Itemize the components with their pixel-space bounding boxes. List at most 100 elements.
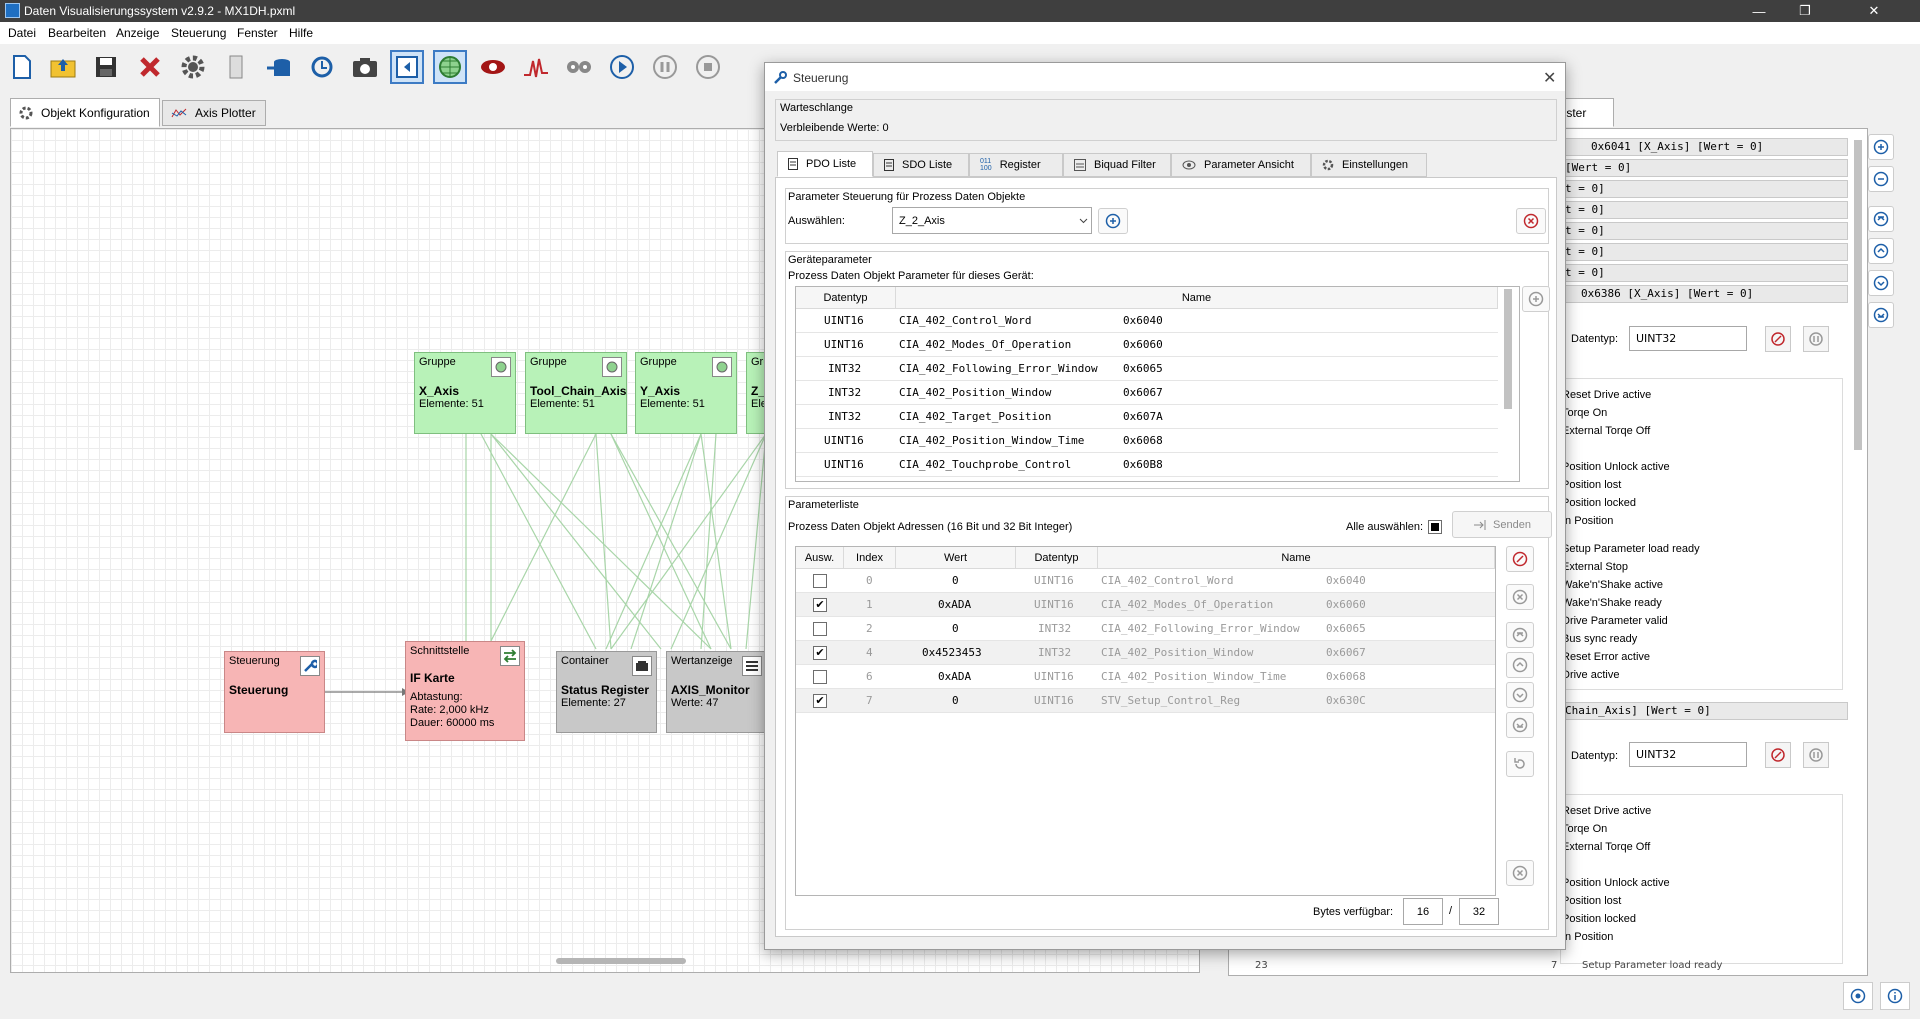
delete-icon[interactable] bbox=[133, 50, 167, 84]
move-up-icon[interactable] bbox=[1868, 238, 1894, 264]
minimize-button[interactable]: — bbox=[1736, 0, 1782, 22]
tab-biquad-filter[interactable]: Biquad Filter bbox=[1063, 153, 1171, 177]
row-checkbox[interactable]: ✔ bbox=[813, 694, 827, 708]
grid-icon[interactable] bbox=[433, 50, 467, 84]
container-node[interactable]: Container Status Register Elemente: 27 bbox=[556, 651, 657, 733]
add-icon[interactable] bbox=[1522, 286, 1550, 312]
row-checkbox[interactable] bbox=[813, 670, 827, 684]
open-folder-icon[interactable] bbox=[46, 50, 80, 84]
refresh-icon[interactable] bbox=[305, 50, 339, 84]
device-icon[interactable] bbox=[219, 50, 253, 84]
register-entry[interactable]: t = 0] bbox=[1560, 243, 1848, 261]
table-row[interactable]: INT32 CIA_402_Target_Position 0x607A bbox=[796, 405, 1498, 429]
clear-icon[interactable] bbox=[1506, 860, 1534, 886]
column-header[interactable]: Wert bbox=[896, 547, 1016, 569]
register-entry[interactable]: t = 0] bbox=[1560, 201, 1848, 219]
axis-select[interactable]: Z_2_Axis bbox=[892, 207, 1092, 234]
table-row[interactable]: ✔ 7 0 UINT16 STV_Setup_Control_Reg 0x630C bbox=[796, 689, 1495, 713]
parameter-list-table[interactable]: Ausw. Index Wert Datentyp Name 0 0 UINT16 C… bbox=[795, 546, 1496, 896]
tab-pdo-liste[interactable]: PDO Liste bbox=[777, 151, 873, 177]
move-bottom-icon[interactable] bbox=[1506, 712, 1534, 738]
reset-icon[interactable] bbox=[1506, 546, 1534, 572]
table-row[interactable]: UINT16 CIA_402_Position_Window_Time 0x6068 bbox=[796, 429, 1498, 453]
column-header[interactable]: Datentyp bbox=[1016, 547, 1098, 569]
register-entry[interactable]: 0x6041 [X_Axis] [Wert = 0] bbox=[1560, 138, 1848, 156]
table-row[interactable]: 6 0xADA UINT16 CIA_402_Position_Window_Time… bbox=[796, 665, 1495, 689]
restore-button[interactable]: ❐ bbox=[1782, 0, 1828, 22]
vertical-scrollbar[interactable] bbox=[1504, 289, 1512, 409]
menu-datei[interactable]: Datei bbox=[8, 26, 36, 40]
table-row[interactable]: UINT16 CIA_402_Control_Word 0x6040 bbox=[796, 309, 1498, 333]
tab-axis-plotter[interactable]: Axis Plotter bbox=[162, 100, 266, 126]
row-checkbox[interactable] bbox=[813, 622, 827, 636]
play-icon[interactable] bbox=[605, 50, 639, 84]
schnittstelle-node[interactable]: Schnittstelle IF Karte Abtastung: Rate: … bbox=[405, 641, 525, 741]
table-row[interactable]: ✔ 1 0xADA UINT16 CIA_402_Modes_Of_Operation 0… bbox=[796, 593, 1495, 617]
dialog-close-button[interactable]: ✕ bbox=[1543, 68, 1556, 88]
add-icon[interactable] bbox=[1098, 208, 1128, 234]
group-node[interactable]: Gruppe Tool_Chain_Axis Elemente: 51 bbox=[525, 352, 627, 434]
row-checkbox[interactable]: ✔ bbox=[813, 598, 827, 612]
table-row[interactable]: INT32 CIA_402_Following_Error_Window 0x606… bbox=[796, 357, 1498, 381]
move-down-icon[interactable] bbox=[1506, 682, 1534, 708]
pause-icon[interactable] bbox=[648, 50, 682, 84]
gear-icon[interactable] bbox=[176, 50, 210, 84]
tab-einstellungen[interactable]: Einstellungen bbox=[1311, 153, 1427, 177]
remove-icon[interactable] bbox=[1516, 208, 1546, 234]
column-header[interactable]: Index bbox=[844, 547, 896, 569]
table-row[interactable]: UINT16 CIA_402_Modes_Of_Operation 0x6060 bbox=[796, 333, 1498, 357]
column-header[interactable]: Name bbox=[896, 287, 1498, 309]
wertanzeige-node[interactable]: Wertanzeige AXIS_Monitor Werte: 47 bbox=[666, 651, 767, 733]
zoom-in-icon[interactable] bbox=[1868, 134, 1894, 160]
select-all-checkbox[interactable] bbox=[1428, 520, 1442, 534]
row-checkbox[interactable]: ✔ bbox=[813, 646, 827, 660]
group-node[interactable]: Gruppe X_Axis Elemente: 51 bbox=[414, 352, 516, 434]
column-header[interactable]: Datentyp bbox=[796, 287, 896, 309]
move-up-icon[interactable] bbox=[1506, 652, 1534, 678]
tab-register[interactable]: 011 100 Register bbox=[969, 153, 1063, 177]
group-node[interactable]: Gruppe Y_Axis Elemente: 51 bbox=[635, 352, 737, 434]
camera-icon[interactable] bbox=[348, 50, 382, 84]
table-row[interactable]: INT32 CIA_402_Position_Window 0x6067 bbox=[796, 381, 1498, 405]
table-row[interactable]: ✔ 4 0x4523453 INT32 CIA_402_Position_Window 0… bbox=[796, 641, 1495, 665]
vertical-scrollbar[interactable] bbox=[1854, 140, 1862, 450]
menu-bearbeiten[interactable]: Bearbeiten bbox=[48, 26, 106, 40]
tab-sdo-liste[interactable]: SDO Liste bbox=[873, 153, 969, 177]
register-entry[interactable]: t = 0] bbox=[1560, 222, 1848, 240]
datentyp-field[interactable]: UINT32 bbox=[1629, 742, 1747, 767]
reset-icon[interactable] bbox=[1765, 742, 1791, 768]
datentyp-field[interactable]: UINT32 bbox=[1629, 326, 1747, 351]
move-down-icon[interactable] bbox=[1868, 270, 1894, 296]
tab-objekt-konfiguration[interactable]: Objekt Konfiguration bbox=[10, 98, 160, 127]
menu-fenster[interactable]: Fenster bbox=[237, 26, 278, 40]
menu-steuerung[interactable]: Steuerung bbox=[171, 26, 226, 40]
register-entry[interactable]: t = 0] bbox=[1560, 264, 1848, 282]
signal-plot-icon[interactable] bbox=[519, 50, 553, 84]
stop-icon[interactable] bbox=[691, 50, 725, 84]
menu-hilfe[interactable]: Hilfe bbox=[289, 26, 313, 40]
device-parameter-table[interactable]: Datentyp Name UINT16 CIA_402_Control_Word… bbox=[795, 286, 1520, 482]
pause-icon[interactable] bbox=[1803, 326, 1829, 352]
table-row[interactable]: UINT16 CIA_402_Touchprobe_Control 0x60B8 bbox=[796, 453, 1498, 477]
zoom-out-icon[interactable] bbox=[1868, 166, 1894, 192]
send-button[interactable]: Senden bbox=[1452, 511, 1552, 538]
horizontal-scrollbar[interactable] bbox=[556, 958, 686, 964]
column-header[interactable]: Ausw. bbox=[796, 547, 844, 569]
eye-icon[interactable] bbox=[476, 50, 510, 84]
reset-icon[interactable] bbox=[1765, 326, 1791, 352]
tab-parameter-ansicht[interactable]: Parameter Ansicht bbox=[1171, 153, 1311, 177]
table-row[interactable]: 2 0 INT32 CIA_402_Following_Error_Window 0x6… bbox=[796, 617, 1495, 641]
undo-icon[interactable] bbox=[1506, 751, 1534, 777]
move-bottom-icon[interactable] bbox=[1868, 302, 1894, 328]
register-entry[interactable]: t = 0] bbox=[1560, 180, 1848, 198]
move-top-icon[interactable] bbox=[1868, 206, 1894, 232]
register-entry[interactable]: Chain_Axis] [Wert = 0] bbox=[1560, 702, 1848, 720]
column-header[interactable]: Name bbox=[1098, 547, 1495, 569]
pause-icon[interactable] bbox=[1803, 742, 1829, 768]
remove-icon[interactable] bbox=[1506, 584, 1534, 610]
new-file-icon[interactable] bbox=[5, 50, 39, 84]
menu-anzeige[interactable]: Anzeige bbox=[116, 26, 159, 40]
save-icon[interactable] bbox=[89, 50, 123, 84]
close-window-button[interactable]: ✕ bbox=[1828, 0, 1920, 22]
database-import-icon[interactable] bbox=[262, 50, 296, 84]
